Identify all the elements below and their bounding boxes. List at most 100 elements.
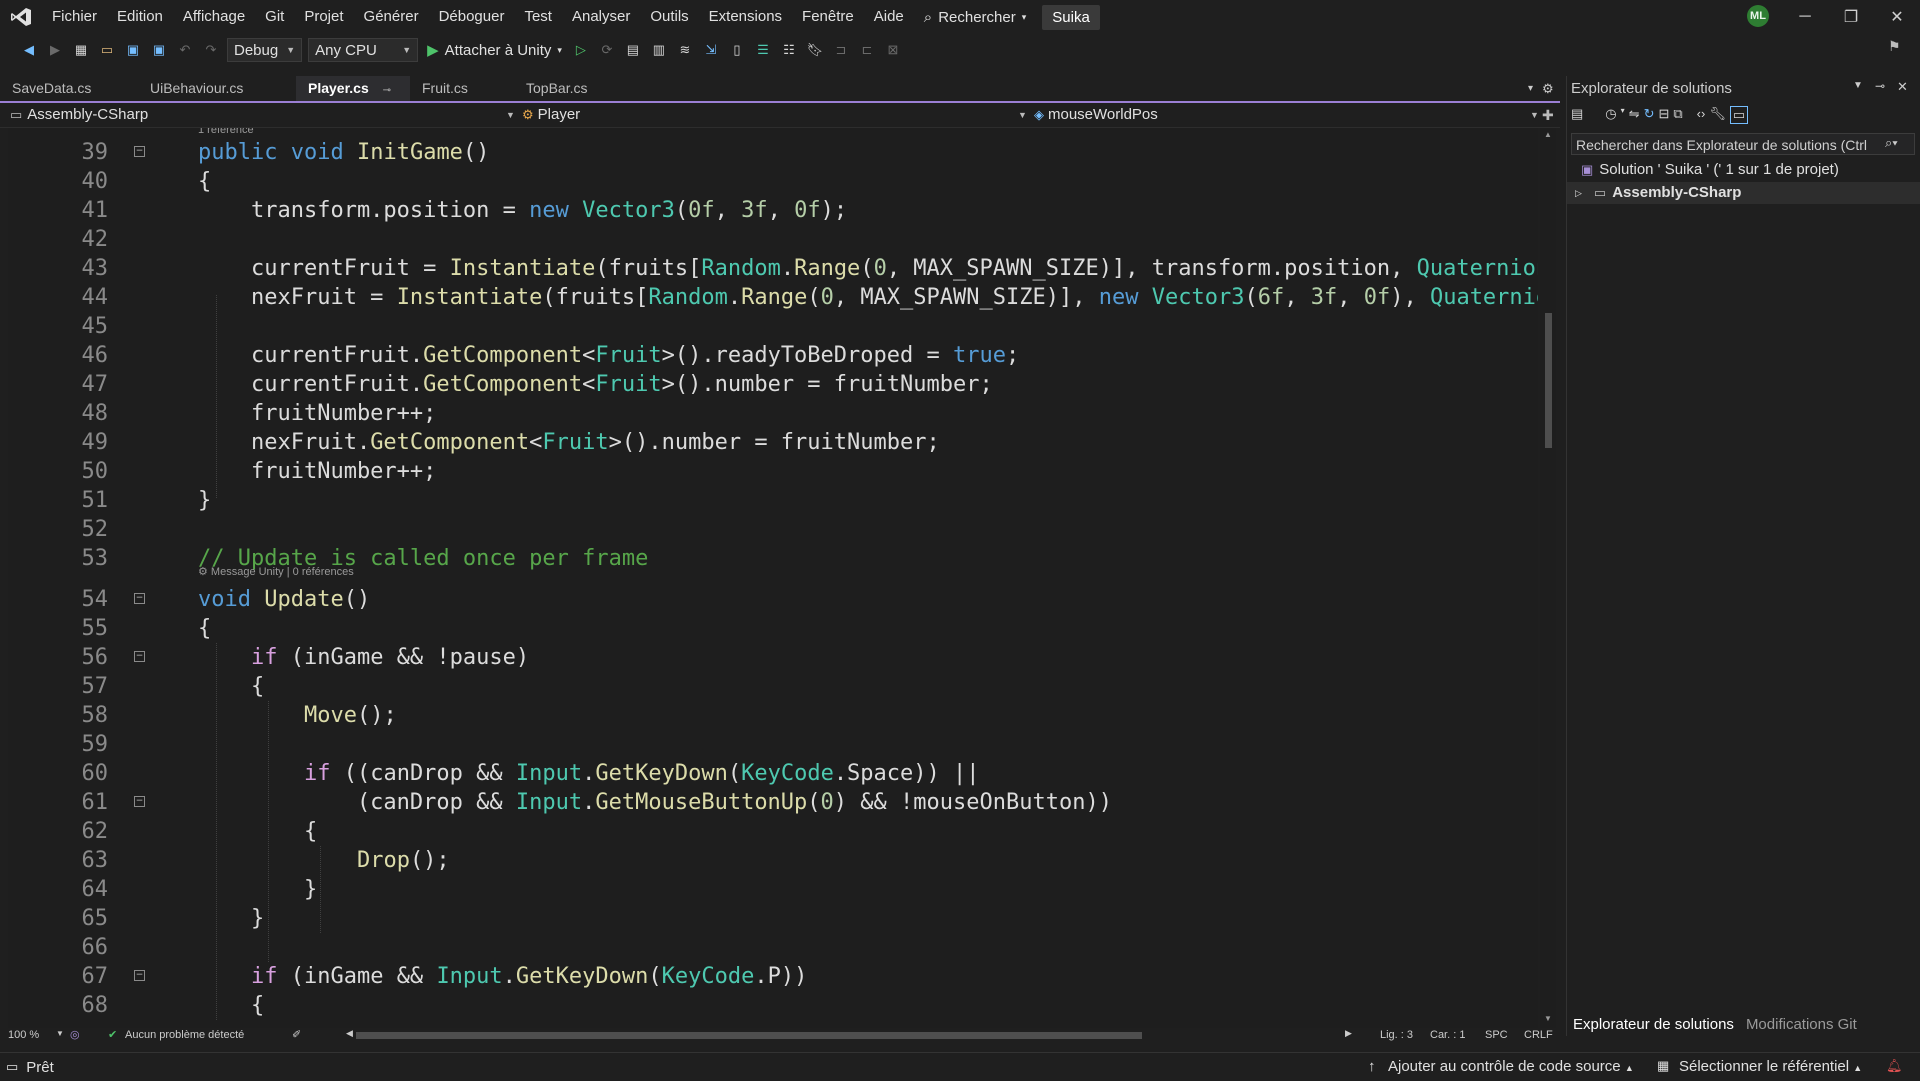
solution-search-input[interactable]: Rechercher dans Explorateur de solutions…	[1571, 133, 1915, 155]
solution-name-badge[interactable]: Suika	[1042, 4, 1100, 30]
refresh-icon[interactable]: ↻	[1644, 106, 1655, 124]
menu-item-6[interactable]: Déboguer	[429, 0, 515, 34]
code-line[interactable]: 49 nexFruit.GetComponent<Fruit>().number…	[8, 428, 1538, 457]
code-line[interactable]: 60 if ((canDrop && Input.GetKeyDown(KeyC…	[8, 759, 1538, 788]
menu-item-7[interactable]: Test	[514, 0, 562, 34]
code-line[interactable]: 61 − (canDrop && Input.GetMouseButtonUp(0…	[8, 788, 1538, 817]
line-number[interactable]: 49	[8, 428, 109, 457]
bookmark-icon[interactable]: 🔖︎	[805, 40, 825, 60]
project-navigation-select[interactable]: ▭ Assembly-CSharp	[10, 105, 148, 125]
show-all-files-icon[interactable]: ⧉	[1673, 106, 1682, 124]
line-number[interactable]: 44	[8, 283, 109, 312]
column-indicator[interactable]: Car. : 1	[1430, 1029, 1465, 1041]
line-ending-indicator[interactable]: CRLF	[1524, 1029, 1553, 1041]
close-window-button[interactable]: ✕	[1874, 0, 1920, 34]
menu-item-2[interactable]: Affichage	[173, 0, 255, 34]
line-number[interactable]: 65	[8, 904, 109, 933]
collapse-region-icon[interactable]: −	[134, 796, 145, 807]
tab-git-changes[interactable]: Modifications Git	[1740, 1014, 1863, 1036]
whitespace-indicator[interactable]: SPC	[1485, 1029, 1508, 1041]
type-navigation-select[interactable]: ⚙ Player	[522, 105, 580, 125]
minimize-button[interactable]: ─	[1782, 0, 1828, 34]
solution-tree-item[interactable]: ▣ Solution ' Suika ' (' 1 sur 1 de proje…	[1581, 159, 1839, 181]
undo-icon[interactable]: ↶	[175, 40, 195, 60]
code-line[interactable]: 39 − public void InitGame()	[8, 138, 1538, 167]
code-line[interactable]: 62 {	[8, 817, 1538, 846]
line-number[interactable]: 66	[8, 933, 109, 962]
new-project-icon[interactable]: ▦	[71, 40, 91, 60]
code-line[interactable]: 45	[8, 312, 1538, 341]
code-line[interactable]: 50 fruitNumber++;	[8, 457, 1538, 486]
line-number[interactable]: 67	[8, 962, 109, 991]
codelens-references[interactable]: 1 référence	[198, 128, 254, 136]
line-number[interactable]: 51	[8, 486, 109, 515]
line-number[interactable]: 60	[8, 759, 109, 788]
line-number[interactable]: 40	[8, 167, 109, 196]
line-number[interactable]: 68	[8, 991, 109, 1020]
line-number[interactable]: 57	[8, 672, 109, 701]
menu-item-8[interactable]: Analyser	[562, 0, 640, 34]
line-number[interactable]: 56	[8, 643, 109, 672]
vertical-scrollbar[interactable]: ▲ ▼	[1540, 128, 1556, 1028]
format-icon[interactable]: ≋	[675, 40, 695, 60]
menu-item-4[interactable]: Projet	[294, 0, 353, 34]
add-source-control-button[interactable]: Ajouter au contrôle de code source ▲	[1388, 1058, 1634, 1075]
line-number[interactable]: 42	[8, 225, 109, 254]
code-line[interactable]: 65 }	[8, 904, 1538, 933]
save-icon[interactable]: ▣	[123, 40, 143, 60]
scroll-right-icon[interactable]: ▶	[1345, 1028, 1352, 1039]
configuration-select[interactable]: Debug ▼	[227, 38, 303, 62]
project-tree-item[interactable]: ▷ ▭ Assembly-CSharp	[1567, 182, 1920, 204]
code-line[interactable]: 63 Drop();	[8, 846, 1538, 875]
browser-link-icon[interactable]: ▤	[623, 40, 643, 60]
line-number[interactable]: 43	[8, 254, 109, 283]
comment-icon[interactable]: ☰	[753, 40, 773, 60]
collapse-region-icon[interactable]: −	[134, 970, 145, 981]
line-number[interactable]: 47	[8, 370, 109, 399]
sync-icon[interactable]: ⇋	[1629, 106, 1640, 124]
expand-arrow-icon[interactable]: ▷	[1575, 182, 1582, 204]
select-repository-button[interactable]: Sélectionner le référentiel ▲	[1679, 1058, 1862, 1075]
layout-icon[interactable]: ▥	[649, 40, 669, 60]
line-indicator[interactable]: Lig. : 3	[1380, 1029, 1413, 1041]
code-line[interactable]: 58 Move();	[8, 701, 1538, 730]
line-number[interactable]: 58	[8, 701, 109, 730]
code-line[interactable]: 48 fruitNumber++;	[8, 399, 1538, 428]
pending-changes-icon[interactable]: ◷	[1605, 106, 1616, 124]
line-number[interactable]: 61	[8, 788, 109, 817]
panel-menu-icon[interactable]: ▼	[1853, 80, 1863, 91]
line-number[interactable]: 48	[8, 399, 109, 428]
next-bookmark-icon[interactable]: ⊏	[857, 40, 877, 60]
codelens-unity-message[interactable]: ⚙ Message Unity | 0 références	[198, 565, 354, 578]
code-line[interactable]: 64 }	[8, 875, 1538, 904]
tab-fruit[interactable]: Fruit.cs	[410, 76, 520, 101]
tab-savedata[interactable]: SaveData.cs	[0, 76, 140, 101]
prev-bookmark-icon[interactable]: ⊐	[831, 40, 851, 60]
code-line[interactable]: 54 − void Update()	[8, 585, 1538, 614]
restore-button[interactable]: ❐	[1828, 0, 1874, 34]
code-line[interactable]: 57 {	[8, 672, 1538, 701]
menu-item-0[interactable]: Fichier	[42, 0, 107, 34]
switch-views-icon[interactable]: ▤	[1571, 106, 1583, 124]
zoom-level[interactable]: 100 %	[8, 1029, 39, 1041]
code-line[interactable]: 47 currentFruit.GetComponent<Fruit>().nu…	[8, 370, 1538, 399]
uncomment-icon[interactable]: ☷	[779, 40, 799, 60]
navigate-forward-icon[interactable]: ▶	[45, 40, 65, 60]
line-number[interactable]: 46	[8, 341, 109, 370]
pin-icon[interactable]: ⊸	[383, 85, 391, 96]
scroll-down-icon[interactable]: ▼	[1544, 1014, 1552, 1023]
collapse-region-icon[interactable]: −	[134, 651, 145, 662]
scroll-up-icon[interactable]: ▲	[1544, 130, 1552, 139]
menu-item-5[interactable]: Générer	[354, 0, 429, 34]
scroll-left-icon[interactable]: ◀	[346, 1028, 353, 1039]
feedback-icon[interactable]: ⚑	[1888, 38, 1901, 55]
step-icon[interactable]: ⇲	[701, 40, 721, 60]
hot-reload-icon[interactable]: ⟳	[597, 40, 617, 60]
line-number[interactable]: 41	[8, 196, 109, 225]
line-number[interactable]: 59	[8, 730, 109, 759]
line-number[interactable]: 52	[8, 515, 109, 544]
line-number[interactable]: 50	[8, 457, 109, 486]
view-icon[interactable]: ▯	[727, 40, 747, 60]
split-editor-icon[interactable]: ✚	[1542, 105, 1554, 125]
attach-to-unity-button[interactable]: ▶ Attacher à Unity ▾	[427, 41, 562, 60]
